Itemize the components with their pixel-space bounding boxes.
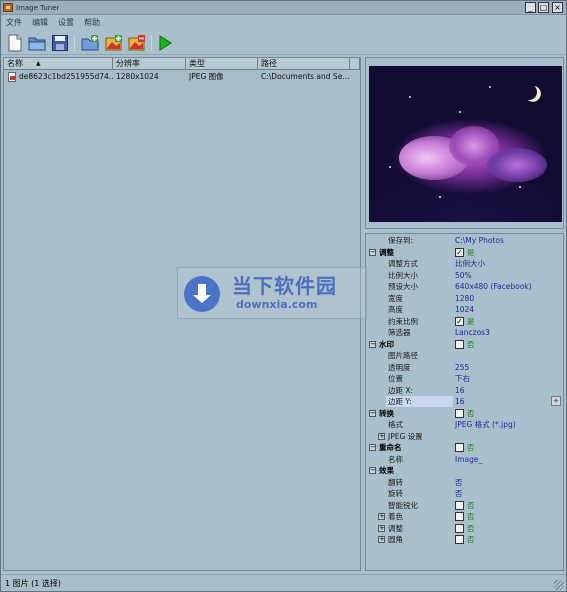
save-icon[interactable] bbox=[51, 34, 69, 52]
prop-row[interactable]: 边距 X: 16 bbox=[366, 385, 563, 397]
watermark-checkbox[interactable] bbox=[455, 339, 464, 349]
column-header-name[interactable]: 名称 ▲ bbox=[4, 58, 113, 70]
minimize-button[interactable]: _ bbox=[525, 2, 536, 13]
image-preview-panel bbox=[365, 57, 564, 229]
spin-button[interactable]: ÷ bbox=[551, 396, 561, 406]
add-folder-icon[interactable] bbox=[81, 34, 99, 52]
watermark-subtitle: downxia.com bbox=[236, 298, 318, 311]
convert-checkbox[interactable] bbox=[455, 408, 464, 418]
menu-help[interactable]: 帮助 bbox=[84, 17, 100, 28]
constrain-ratio-checkbox[interactable]: ✓ bbox=[455, 316, 464, 326]
column-header-type[interactable]: 类型 bbox=[186, 58, 258, 70]
prop-row[interactable]: + 圆角 否 bbox=[366, 534, 563, 546]
toolbar-separator bbox=[74, 35, 75, 51]
remove-image-icon[interactable] bbox=[128, 34, 146, 52]
file-name-cell: de8623c1bd251955d74... bbox=[19, 72, 113, 81]
prop-row[interactable]: 约束比例 ✓ 是 bbox=[366, 316, 563, 328]
prop-row[interactable]: 位置 下右 bbox=[366, 373, 563, 385]
star bbox=[459, 111, 461, 113]
resize-grip-icon[interactable] bbox=[554, 580, 564, 590]
file-path-cell: C:\Documents and Se... bbox=[261, 72, 350, 81]
new-file-icon[interactable] bbox=[6, 34, 24, 52]
star bbox=[489, 86, 491, 88]
prop-row[interactable]: 图片路径 bbox=[366, 350, 563, 362]
file-resolution-cell: 1280x1024 bbox=[116, 72, 159, 81]
prop-row[interactable]: 高度 1024 bbox=[366, 304, 563, 316]
close-button[interactable]: × bbox=[552, 2, 563, 13]
prop-row[interactable]: 智能锐化 否 bbox=[366, 500, 563, 512]
prop-row[interactable]: 透明度 255 bbox=[366, 362, 563, 374]
collapse-icon[interactable]: − bbox=[369, 248, 376, 256]
properties-panel[interactable]: 保存到: C:\My Photos − 调整 ✓ 是 调整方式 比例大小 比例大小… bbox=[365, 233, 564, 571]
prop-row[interactable]: 宽度 1280 bbox=[366, 293, 563, 305]
image-preview bbox=[369, 66, 562, 222]
title-bar[interactable]: Image Tuner _ □ × bbox=[1, 1, 566, 15]
collapse-icon[interactable]: − bbox=[369, 444, 376, 451]
prop-row[interactable]: 预设大小 640x480 (Facebook) bbox=[366, 281, 563, 293]
prop-row[interactable]: 旋转否 bbox=[366, 488, 563, 500]
open-folder-icon[interactable] bbox=[28, 34, 46, 52]
expand-icon[interactable]: + bbox=[378, 536, 385, 543]
colorize-checkbox[interactable] bbox=[455, 512, 464, 521]
app-icon[interactable] bbox=[3, 3, 13, 12]
star bbox=[519, 186, 521, 188]
menu-file[interactable]: 文件 bbox=[6, 17, 22, 28]
prop-save-to[interactable]: 保存到: C:\My Photos bbox=[366, 235, 563, 247]
app-window: Image Tuner _ □ × 文件 编辑 设置 帮助 名称 ▲ 分辨率 类… bbox=[0, 0, 567, 592]
star bbox=[439, 196, 441, 198]
column-header-resolution[interactable]: 分辨率 bbox=[113, 58, 186, 70]
prop-row[interactable]: 格式 JPEG 格式 (*.jpg) bbox=[366, 419, 563, 431]
star bbox=[389, 166, 391, 168]
category-watermark[interactable]: − 水印 否 bbox=[366, 339, 563, 351]
collapse-icon[interactable]: − bbox=[369, 409, 376, 417]
rename-checkbox[interactable] bbox=[455, 443, 464, 452]
adjust-checkbox[interactable]: ✓ bbox=[455, 247, 464, 257]
sort-ascending-icon: ▲ bbox=[36, 60, 41, 67]
collapse-icon[interactable]: − bbox=[369, 340, 376, 348]
column-header-filler bbox=[350, 58, 360, 70]
watermark-title: 当下软件园 bbox=[232, 274, 337, 298]
column-header-path[interactable]: 路径 bbox=[258, 58, 350, 70]
star bbox=[409, 96, 411, 98]
rounded-corners-checkbox[interactable] bbox=[455, 535, 464, 544]
menu-edit[interactable]: 编辑 bbox=[32, 17, 48, 28]
toolbar bbox=[1, 31, 566, 55]
menu-bar: 文件 编辑 设置 帮助 bbox=[1, 15, 566, 30]
add-image-icon[interactable] bbox=[105, 34, 123, 52]
prop-row-selected[interactable]: 边距 Y: 16 bbox=[366, 396, 563, 408]
moon-shape bbox=[519, 82, 540, 103]
category-adjust[interactable]: − 调整 ✓ 是 bbox=[366, 247, 563, 259]
expand-icon[interactable]: + bbox=[378, 524, 385, 532]
expand-icon[interactable]: + bbox=[378, 432, 385, 440]
expand-icon[interactable]: + bbox=[378, 513, 385, 520]
smart-sharpen-checkbox[interactable] bbox=[455, 500, 464, 510]
category-convert[interactable]: − 转换 否 bbox=[366, 408, 563, 420]
effects-adjust-checkbox[interactable] bbox=[455, 523, 464, 533]
site-watermark: 当下软件园 downxia.com bbox=[177, 267, 367, 319]
category-effects[interactable]: − 效果 bbox=[366, 465, 563, 477]
collapse-icon[interactable]: − bbox=[369, 467, 376, 474]
prop-row[interactable]: + 着色 否 bbox=[366, 511, 563, 523]
prop-row[interactable]: 调整方式 比例大小 bbox=[366, 258, 563, 270]
menu-settings[interactable]: 设置 bbox=[58, 17, 74, 28]
status-text: 1 图片 (1 选择) bbox=[5, 579, 62, 588]
file-type-cell: JPEG 图像 bbox=[189, 72, 224, 81]
download-icon bbox=[184, 276, 220, 312]
jpeg-file-icon bbox=[8, 72, 16, 82]
prop-row[interactable]: 比例大小 50% bbox=[366, 270, 563, 282]
prop-row[interactable]: 筛选器 Lanczos3 bbox=[366, 327, 563, 339]
flower-petal bbox=[487, 148, 547, 182]
status-bar: 1 图片 (1 选择) bbox=[1, 574, 566, 592]
prop-row[interactable]: + JPEG 设置 bbox=[366, 431, 563, 443]
window-title: Image Tuner bbox=[16, 4, 60, 12]
category-rename[interactable]: − 重命名 否 bbox=[366, 442, 563, 454]
prop-row[interactable]: + 调整 否 bbox=[366, 523, 563, 535]
toolbar-separator bbox=[151, 35, 152, 51]
prop-row[interactable]: 翻转否 bbox=[366, 477, 563, 489]
table-row[interactable]: de8623c1bd251955d74... 1280x1024 JPEG 图像… bbox=[4, 71, 360, 83]
prop-row[interactable]: 名称 Image_ bbox=[366, 454, 563, 466]
maximize-button[interactable]: □ bbox=[538, 2, 549, 13]
run-icon[interactable] bbox=[156, 34, 174, 52]
